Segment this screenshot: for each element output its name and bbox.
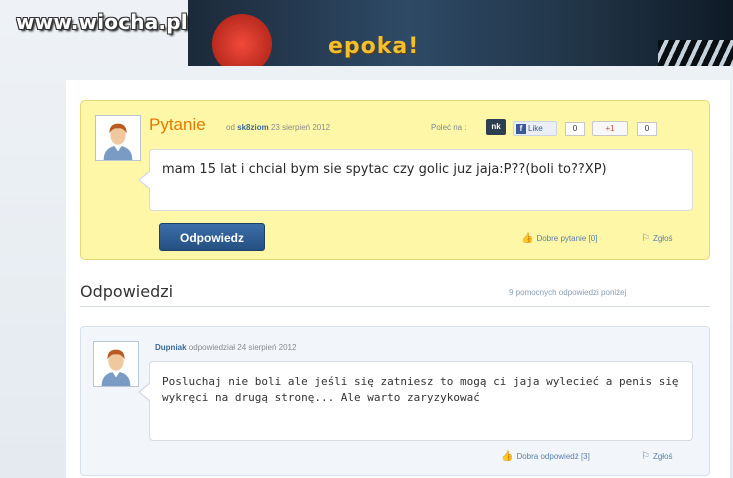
user-avatar-icon bbox=[96, 116, 140, 160]
question-meta: od sk8ziom 23 sierpień 2012 bbox=[226, 123, 330, 132]
thumbs-up-icon: 👍 bbox=[521, 233, 534, 244]
question-heading: Pytanie bbox=[149, 115, 206, 134]
google-plus-count: 0 bbox=[637, 122, 657, 136]
report-label: Zgłoś bbox=[652, 452, 673, 461]
report-label: Zgłoś bbox=[652, 234, 673, 243]
answer-avatar[interactable] bbox=[93, 341, 139, 387]
facebook-like-button[interactable]: f Like bbox=[513, 121, 557, 136]
google-plus-label: +1 bbox=[605, 124, 615, 133]
answers-heading: Odpowiedzi bbox=[80, 282, 174, 301]
helpful-answers-count: 9 pomocnych odpowiedzi poniżej bbox=[509, 288, 627, 297]
report-answer-link[interactable]: ⚐ Zgłoś bbox=[641, 451, 673, 462]
answer-author-link[interactable]: Dupniak bbox=[155, 343, 187, 352]
by-label: od bbox=[226, 123, 235, 132]
answer-meta: Dupniak odpowiedział 24 sierpień 2012 bbox=[155, 343, 296, 352]
flag-icon: ⚐ bbox=[641, 451, 650, 462]
good-question-link[interactable]: 👍 Dobre pytanie [0] bbox=[521, 233, 597, 244]
google-plus-button[interactable]: +1 bbox=[592, 121, 628, 136]
question-author-link[interactable]: sk8ziom bbox=[237, 123, 269, 132]
answer-button[interactable]: Odpowiedz bbox=[159, 223, 265, 251]
section-divider bbox=[80, 306, 710, 307]
facebook-like-label: Like bbox=[528, 124, 543, 133]
question-date: 23 sierpień 2012 bbox=[270, 123, 331, 132]
question-avatar[interactable] bbox=[95, 115, 141, 161]
flag-icon: ⚐ bbox=[641, 233, 650, 244]
user-avatar-icon bbox=[94, 342, 138, 386]
report-question-link[interactable]: ⚐ Zgłoś bbox=[641, 233, 673, 244]
watermark: www.wiocha.pl bbox=[16, 10, 188, 34]
facebook-like-count: 0 bbox=[565, 122, 585, 136]
good-answer-label: Dobra odpowiedź [3] bbox=[516, 452, 590, 461]
answer-box: Dupniak odpowiedział 24 sierpień 2012 Po… bbox=[80, 326, 710, 476]
thumbs-up-icon: 👍 bbox=[501, 451, 514, 462]
facebook-icon: f bbox=[516, 123, 526, 134]
question-bubble: mam 15 lat i chcial bym sie spytac czy g… bbox=[138, 149, 693, 211]
recommend-label: Poleć na : bbox=[431, 123, 467, 132]
answer-bubble: Posluchaj nie boli ale jeśli się zatnies… bbox=[138, 361, 693, 441]
replied-label: odpowiedział bbox=[188, 343, 236, 352]
nk-share-button[interactable]: nk bbox=[486, 119, 506, 135]
answer-text: Posluchaj nie boli ale jeśli się zatnies… bbox=[162, 375, 679, 404]
good-answer-link[interactable]: 👍 Dobra odpowiedź [3] bbox=[501, 451, 590, 462]
banner-text: epoka! bbox=[328, 34, 420, 59]
question-box: Pytanie od sk8ziom 23 sierpień 2012 Pole… bbox=[80, 100, 710, 260]
banner-logo-icon bbox=[212, 14, 272, 66]
question-text: mam 15 lat i chcial bym sie spytac czy g… bbox=[162, 162, 607, 177]
top-banner[interactable]: epoka! bbox=[188, 0, 733, 66]
good-question-label: Dobre pytanie [0] bbox=[536, 234, 598, 243]
banner-decoration bbox=[658, 40, 733, 66]
answer-date: 24 sierpień 2012 bbox=[237, 343, 297, 352]
